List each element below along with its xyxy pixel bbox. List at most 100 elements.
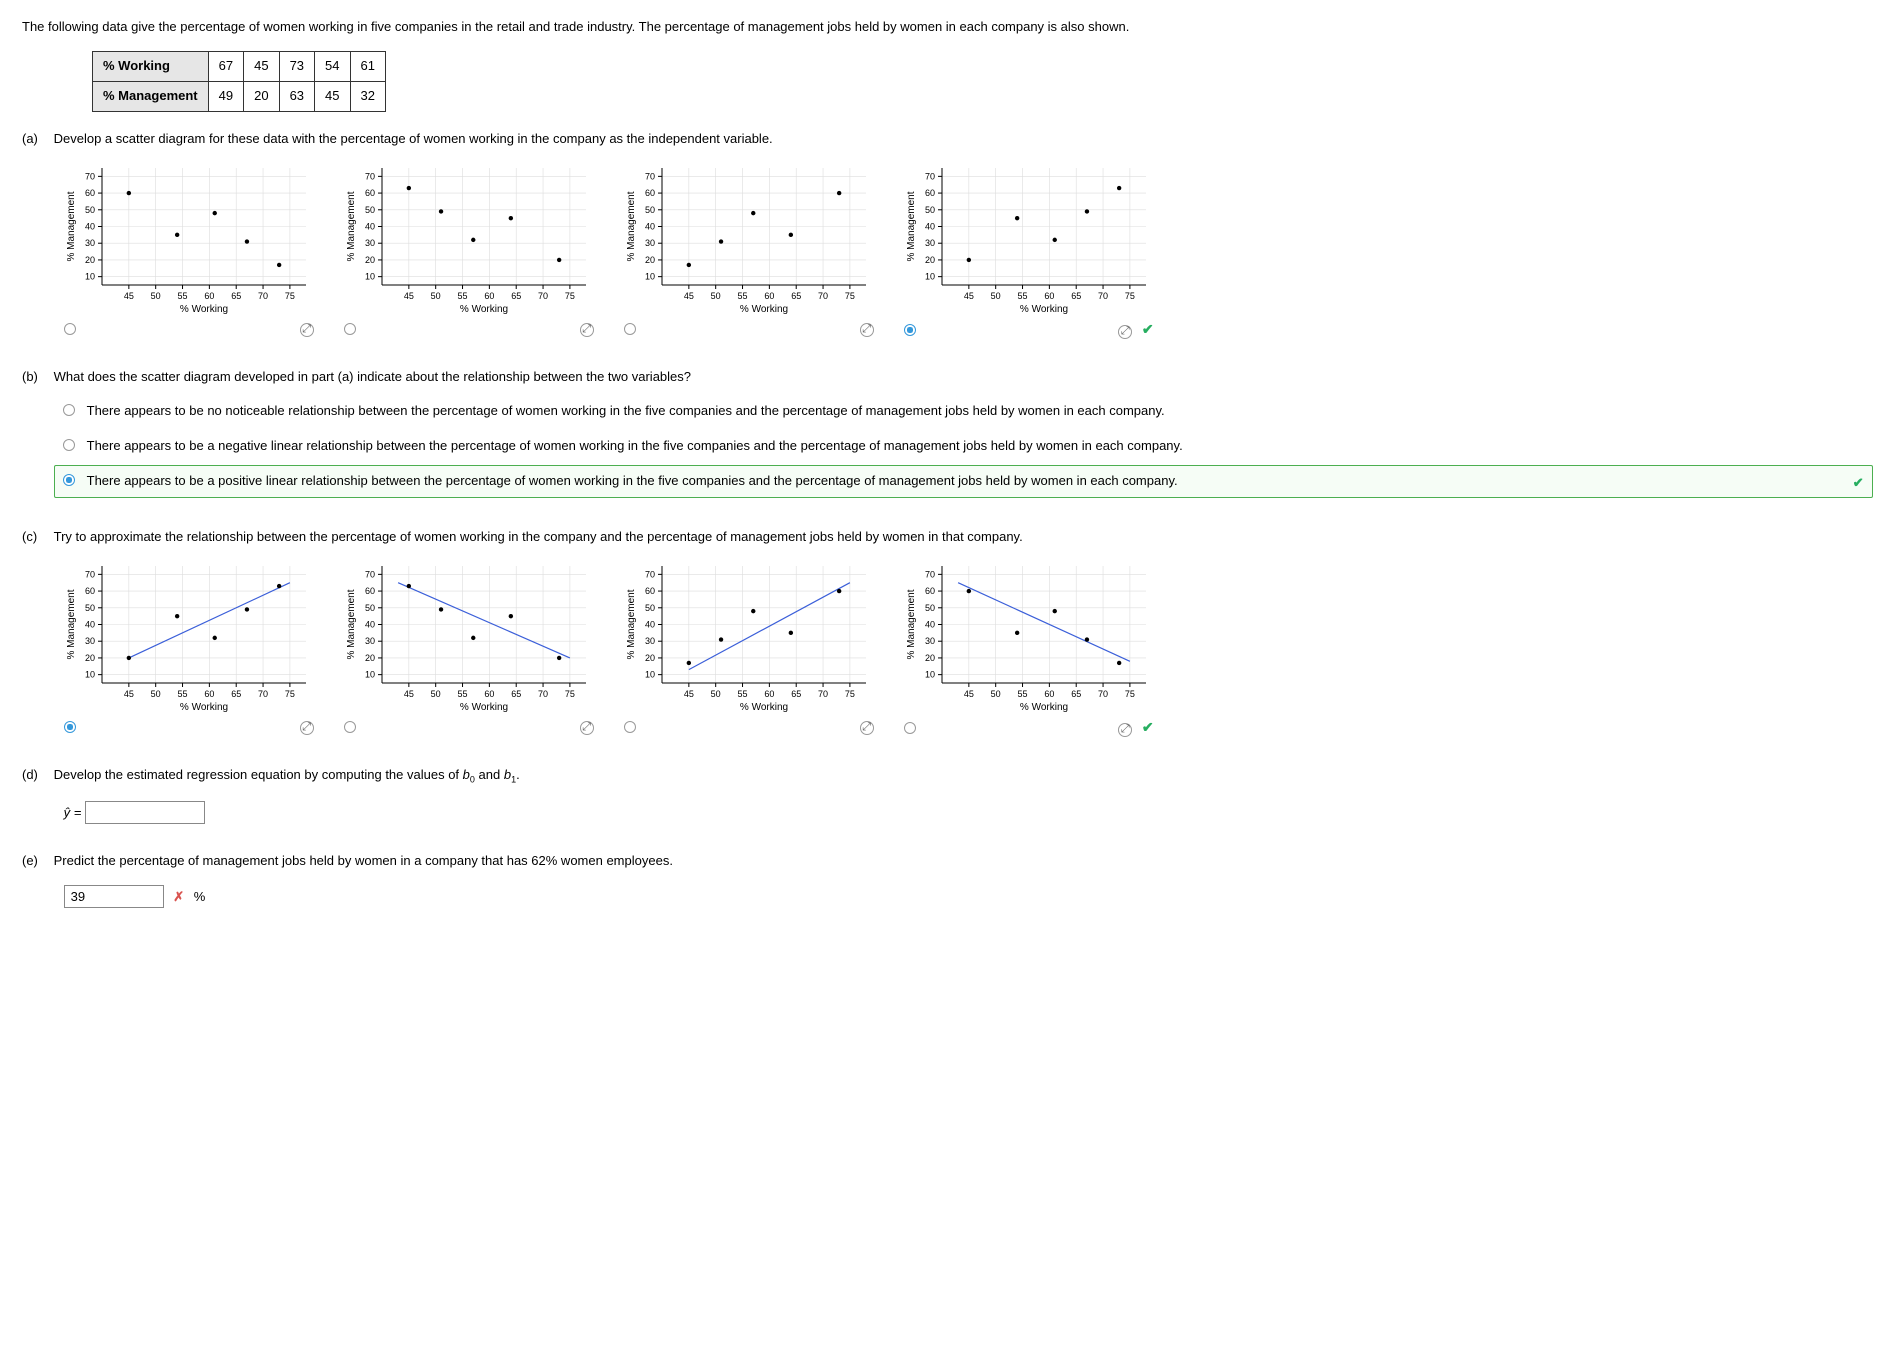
- enlarge-icon[interactable]: ⤢: [1118, 723, 1132, 737]
- chart-radio[interactable]: [624, 323, 636, 335]
- svg-text:45: 45: [963, 291, 973, 301]
- svg-text:40: 40: [365, 222, 375, 232]
- svg-text:55: 55: [1017, 689, 1027, 699]
- scatter-plot: 4550556065707510203040506070% Working% M…: [64, 558, 314, 713]
- radio-icon[interactable]: [63, 439, 75, 451]
- option-text: There appears to be a negative linear re…: [87, 438, 1183, 453]
- svg-text:50: 50: [365, 205, 375, 215]
- incorrect-icon: ✗: [173, 889, 184, 904]
- svg-text:40: 40: [925, 222, 935, 232]
- part-b-label: (b): [22, 368, 50, 387]
- chart-radio[interactable]: [624, 721, 636, 733]
- enlarge-icon[interactable]: ⤢: [1118, 325, 1132, 339]
- chart-radio[interactable]: [64, 323, 76, 335]
- svg-text:70: 70: [365, 570, 375, 580]
- svg-text:30: 30: [645, 637, 655, 647]
- svg-text:65: 65: [511, 291, 521, 301]
- svg-text:70: 70: [818, 689, 828, 699]
- svg-text:% Working: % Working: [1020, 702, 1068, 713]
- enlarge-icon[interactable]: ⤢: [300, 323, 314, 337]
- svg-text:75: 75: [285, 689, 295, 699]
- chart-radio[interactable]: [344, 721, 356, 733]
- scatter-plot: 4550556065707510203040506070% Working% M…: [344, 160, 594, 315]
- svg-text:70: 70: [645, 570, 655, 580]
- part-a-label: (a): [22, 130, 50, 149]
- svg-text:20: 20: [85, 653, 95, 663]
- svg-text:45: 45: [403, 689, 413, 699]
- svg-text:75: 75: [285, 291, 295, 301]
- chart-radio[interactable]: [904, 722, 916, 734]
- svg-text:70: 70: [818, 291, 828, 301]
- svg-text:50: 50: [85, 205, 95, 215]
- part-a-prompt: Develop a scatter diagram for these data…: [54, 130, 1873, 149]
- svg-text:30: 30: [85, 239, 95, 249]
- svg-text:60: 60: [764, 689, 774, 699]
- svg-text:% Management: % Management: [66, 192, 77, 262]
- table-cell: 73: [279, 51, 314, 81]
- svg-text:30: 30: [365, 239, 375, 249]
- svg-text:45: 45: [403, 291, 413, 301]
- svg-text:20: 20: [645, 653, 655, 663]
- svg-text:40: 40: [365, 620, 375, 630]
- svg-text:45: 45: [683, 291, 693, 301]
- answer-option[interactable]: There appears to be a negative linear re…: [54, 430, 1873, 463]
- svg-text:10: 10: [85, 272, 95, 282]
- table-cell: 63: [279, 81, 314, 111]
- chart-radio[interactable]: [64, 721, 76, 733]
- radio-icon[interactable]: [63, 404, 75, 416]
- svg-text:55: 55: [1017, 291, 1027, 301]
- svg-text:60: 60: [204, 689, 214, 699]
- svg-text:30: 30: [925, 637, 935, 647]
- svg-text:% Working: % Working: [460, 304, 508, 315]
- answer-option[interactable]: There appears to be no noticeable relati…: [54, 395, 1873, 428]
- svg-text:65: 65: [1071, 291, 1081, 301]
- enlarge-icon[interactable]: ⤢: [580, 721, 594, 735]
- radio-icon[interactable]: [63, 474, 75, 486]
- part-c-prompt: Try to approximate the relationship betw…: [54, 528, 1873, 547]
- svg-text:50: 50: [365, 603, 375, 613]
- svg-text:30: 30: [365, 637, 375, 647]
- svg-text:70: 70: [1098, 689, 1108, 699]
- enlarge-icon[interactable]: ⤢: [860, 721, 874, 735]
- correct-check-icon: ✔: [1142, 719, 1154, 735]
- table-cell: 45: [244, 51, 279, 81]
- svg-text:70: 70: [85, 172, 95, 182]
- answer-option[interactable]: There appears to be a positive linear re…: [54, 465, 1873, 498]
- svg-text:65: 65: [1071, 689, 1081, 699]
- enlarge-icon[interactable]: ⤢: [300, 721, 314, 735]
- svg-text:50: 50: [430, 291, 440, 301]
- prediction-input[interactable]: [64, 885, 164, 908]
- chart-radio[interactable]: [904, 324, 916, 336]
- svg-text:65: 65: [231, 291, 241, 301]
- svg-text:60: 60: [1044, 689, 1054, 699]
- svg-text:30: 30: [925, 239, 935, 249]
- svg-text:60: 60: [925, 188, 935, 198]
- svg-text:20: 20: [365, 653, 375, 663]
- enlarge-icon[interactable]: ⤢: [580, 323, 594, 337]
- svg-text:10: 10: [645, 272, 655, 282]
- svg-text:50: 50: [150, 291, 160, 301]
- svg-text:70: 70: [258, 689, 268, 699]
- svg-text:75: 75: [1125, 689, 1135, 699]
- part-c-label: (c): [22, 528, 50, 547]
- enlarge-icon[interactable]: ⤢: [860, 323, 874, 337]
- table-cell: 61: [350, 51, 385, 81]
- svg-text:60: 60: [85, 188, 95, 198]
- svg-text:45: 45: [123, 291, 133, 301]
- svg-text:70: 70: [925, 570, 935, 580]
- svg-text:50: 50: [85, 603, 95, 613]
- svg-text:60: 60: [925, 587, 935, 597]
- svg-text:60: 60: [365, 587, 375, 597]
- svg-text:% Working: % Working: [740, 304, 788, 315]
- scatter-plot: 4550556065707510203040506070% Working% M…: [904, 558, 1154, 713]
- svg-text:65: 65: [791, 689, 801, 699]
- svg-text:% Working: % Working: [460, 702, 508, 713]
- svg-text:50: 50: [710, 291, 720, 301]
- regression-equation-input[interactable]: [85, 801, 205, 824]
- correct-check-icon: ✔: [1853, 474, 1864, 493]
- svg-text:55: 55: [177, 689, 187, 699]
- svg-text:% Working: % Working: [180, 304, 228, 315]
- chart-radio[interactable]: [344, 323, 356, 335]
- svg-text:55: 55: [457, 689, 467, 699]
- svg-text:20: 20: [85, 255, 95, 265]
